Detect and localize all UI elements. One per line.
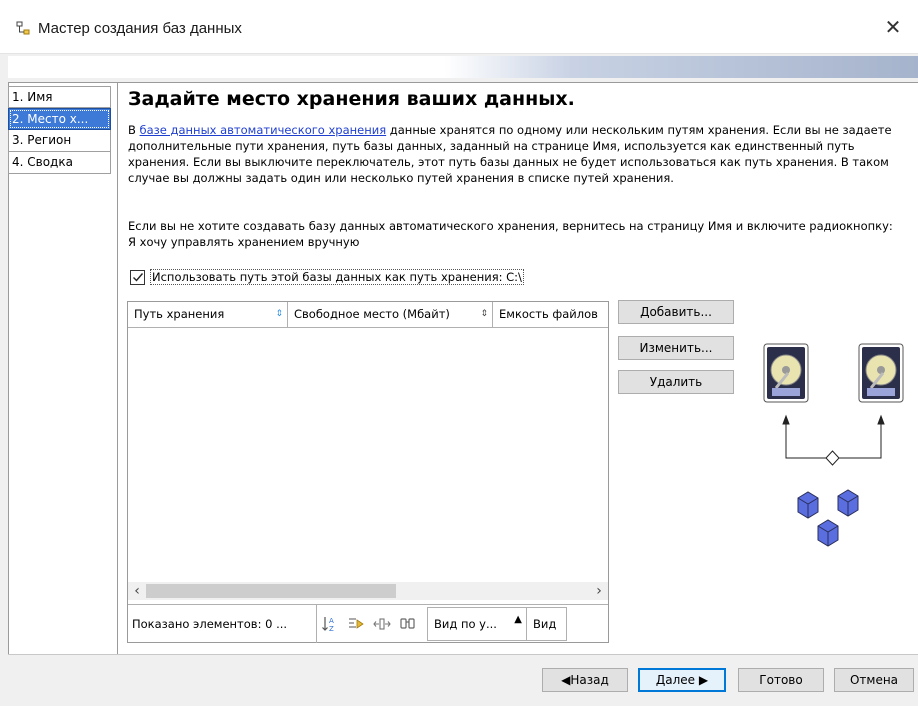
storage-paths-table: Путь хранения ⇕ Свободное место (Мбайт) … [127, 301, 609, 643]
window-title: Мастер создания баз данных [38, 20, 242, 37]
page-heading: Задайте место хранения ваших данных. [128, 88, 575, 110]
column-header-storage-path[interactable]: Путь хранения ⇕ [128, 302, 288, 328]
edit-button[interactable]: Изменить... [618, 336, 734, 360]
scrollbar-thumb[interactable] [146, 584, 396, 598]
column-header-file-capacity[interactable]: Емкость файлов [493, 302, 608, 328]
column-label: Емкость файлов [499, 307, 598, 321]
next-button[interactable]: Далее ▶ [638, 668, 726, 692]
svg-text:A: A [329, 617, 334, 625]
step-region[interactable]: 3. Регион [8, 130, 111, 152]
manual-storage-note: Если вы не хотите создавать базу данных … [128, 219, 893, 249]
wizard-window: Мастер создания баз данных ✕ 1. Имя 2. М… [0, 0, 918, 706]
data-cubes-icon [797, 489, 859, 547]
horizontal-scrollbar[interactable]: ‹ › [128, 582, 608, 600]
view-by-value: Вид по у... [434, 616, 497, 631]
description-paragraph: В базе данных автоматического хранения д… [128, 122, 898, 186]
finish-button[interactable]: Готово [738, 668, 824, 692]
sort-icon: ⇕ [275, 309, 283, 319]
close-icon[interactable]: ✕ [878, 12, 908, 42]
delete-button[interactable]: Удалить [618, 370, 734, 394]
column-header-free-space[interactable]: Свободное место (Мбайт) ⇕ [288, 302, 493, 328]
caret-up-icon: ▲ [514, 613, 522, 625]
sort-icon: ⇕ [480, 309, 488, 319]
column-label: Свободное место (Мбайт) [294, 307, 450, 321]
table-header: Путь хранения ⇕ Свободное место (Мбайт) … [128, 302, 608, 328]
title-bar: Мастер создания баз данных ✕ [0, 0, 918, 54]
use-db-path-checkbox[interactable] [130, 269, 145, 285]
items-shown-count: Показано элементов: 0 ... [128, 604, 317, 643]
table-footer: Показано элементов: 0 ... AZ Вид по у...… [128, 604, 608, 643]
columns-icon[interactable] [369, 605, 395, 643]
steps-divider [117, 82, 118, 654]
column-label: Путь хранения [134, 307, 225, 321]
view-button[interactable]: Вид [527, 606, 567, 641]
bottom-separator [8, 654, 918, 655]
storage-illustration [763, 343, 904, 547]
step-summary[interactable]: 4. Сводка [8, 152, 111, 174]
hard-disk-icon [763, 343, 809, 403]
hard-disk-icon [858, 343, 904, 403]
scroll-left-icon[interactable]: ‹ [128, 582, 146, 600]
step-name[interactable]: 1. Имя [8, 86, 111, 108]
svg-text:Z: Z [329, 625, 334, 633]
scroll-right-icon[interactable]: › [590, 582, 608, 600]
header-banner [8, 56, 918, 78]
para1-prefix: В [128, 123, 140, 137]
automatic-storage-link[interactable]: базе данных автоматического хранения [140, 123, 387, 137]
database-wizard-icon [16, 21, 30, 35]
sort-az-icon[interactable]: AZ [317, 605, 343, 643]
back-button[interactable]: ◀Назад [542, 668, 628, 692]
use-db-path-label[interactable]: Использовать путь этой базы данных как п… [150, 269, 524, 285]
view-by-select[interactable]: Вид по у... ▲ [427, 606, 527, 641]
use-db-path-option[interactable]: Использовать путь этой базы данных как п… [130, 268, 524, 286]
add-button[interactable]: Добавить... [618, 300, 734, 324]
cancel-button[interactable]: Отмена [834, 668, 914, 692]
checkmark-icon [132, 273, 143, 282]
wizard-steps-list: 1. Имя 2. Место х... 3. Регион 4. Сводка [8, 86, 111, 174]
filter-icon[interactable] [343, 605, 369, 643]
table-body[interactable] [128, 329, 608, 573]
step-storage-location[interactable]: 2. Место х... [8, 108, 111, 130]
connector-lines [782, 414, 885, 466]
find-icon[interactable] [395, 605, 421, 643]
